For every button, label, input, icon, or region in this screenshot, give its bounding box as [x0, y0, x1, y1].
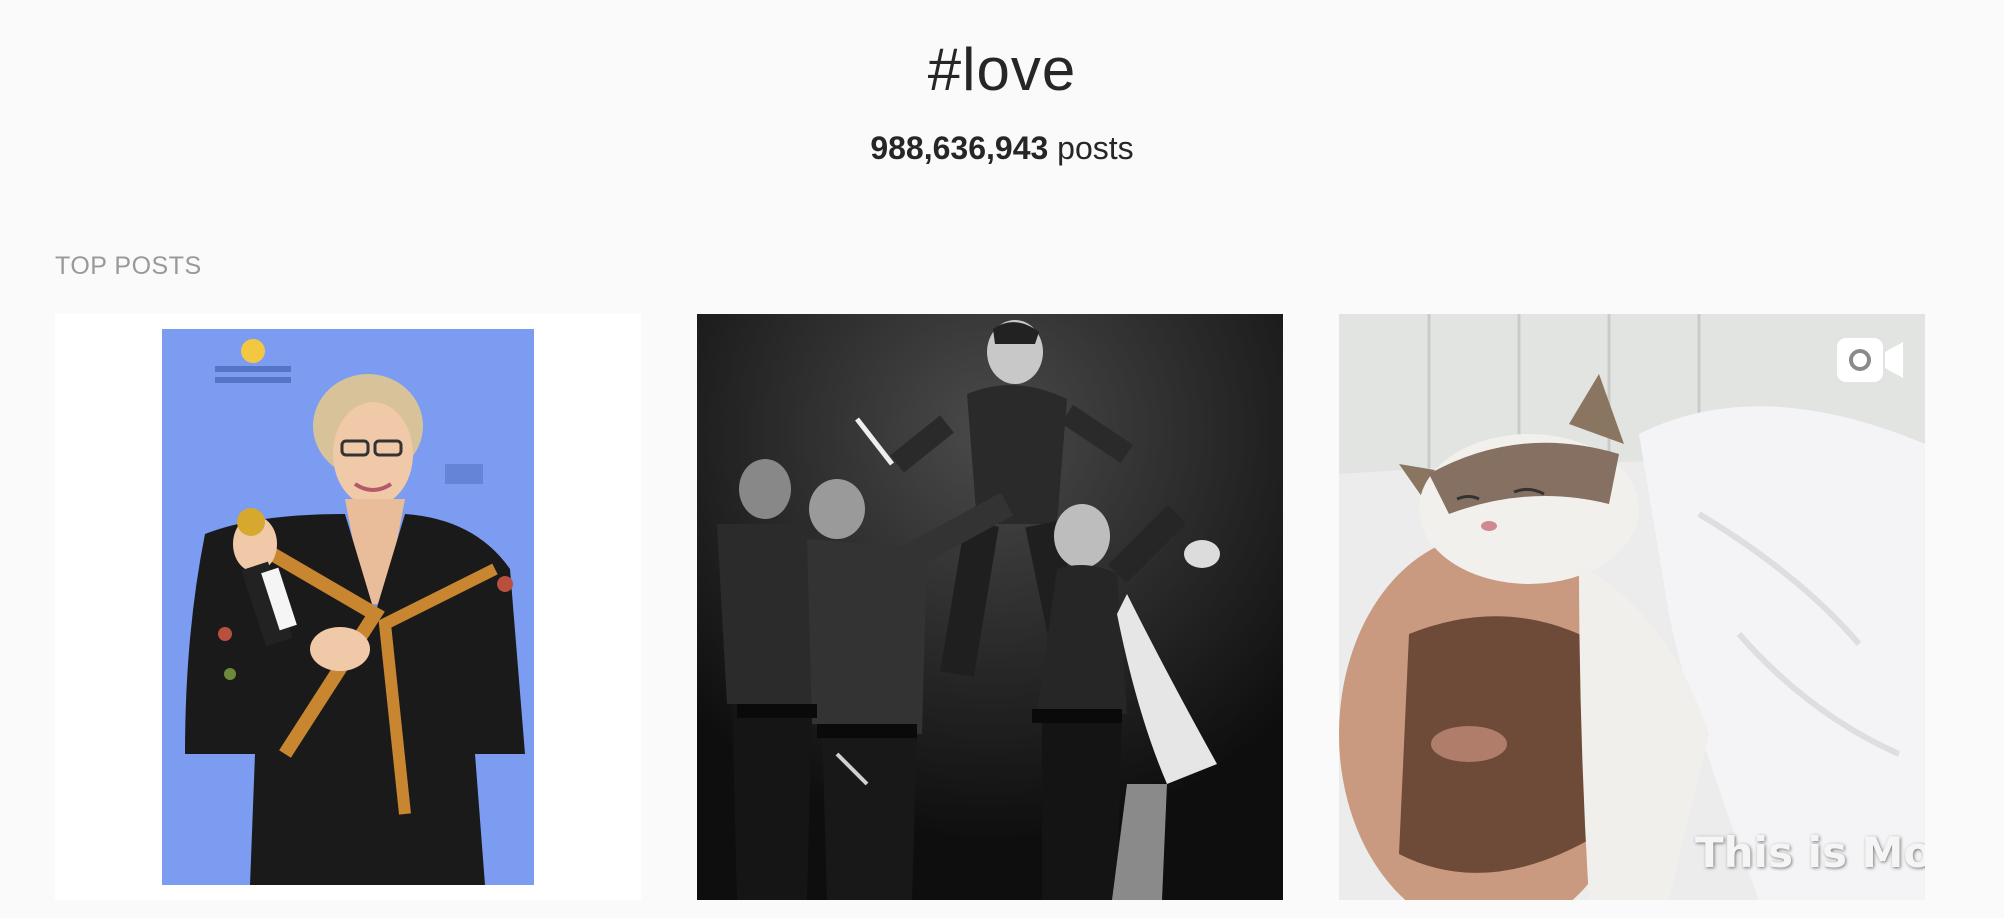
post-image-performers	[697, 314, 1283, 900]
post-count: 988,636,943 posts	[0, 124, 2004, 172]
post-count-label: posts	[1048, 130, 1134, 166]
post-thumbnail[interactable]: This is Mo	[1339, 314, 1925, 900]
post-image-award	[55, 314, 641, 900]
top-posts-grid: This is Mo	[55, 314, 1925, 900]
post-image-cat	[1339, 314, 1925, 900]
top-posts-heading: TOP POSTS	[55, 252, 202, 280]
post-count-number: 988,636,943	[870, 130, 1049, 166]
hashtag-title: #love	[927, 36, 1077, 103]
post-thumbnail[interactable]	[55, 314, 641, 900]
post-thumbnail[interactable]	[697, 314, 1283, 900]
video-overlay-text: This is Mo	[1695, 828, 1925, 877]
hashtag-page: #love 988,636,943 posts TOP POSTS This i…	[0, 0, 2004, 918]
